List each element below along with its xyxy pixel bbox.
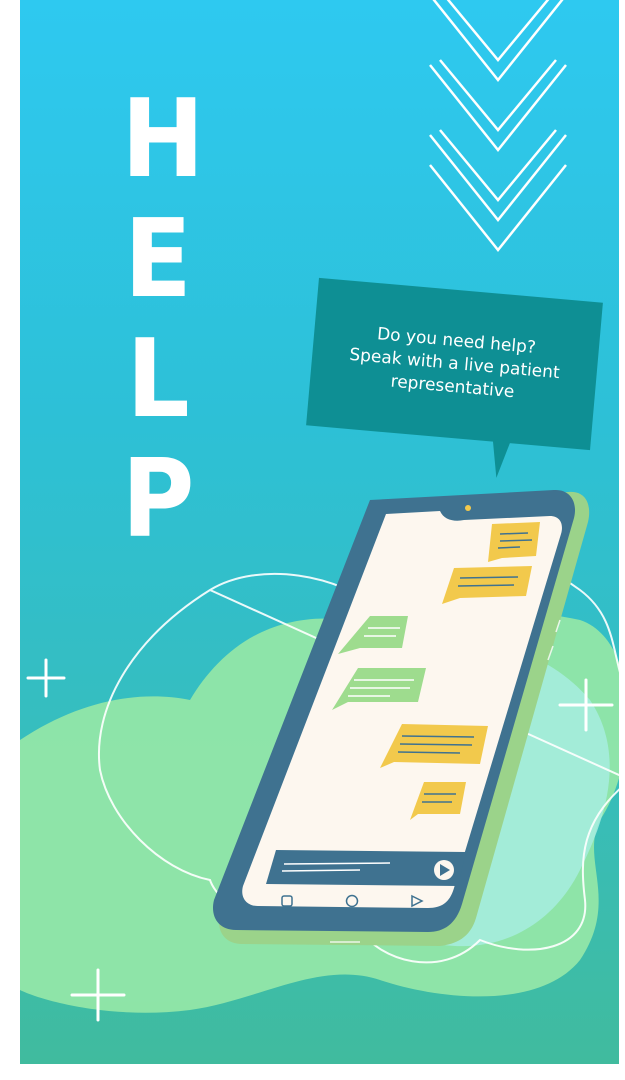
plus-sparkle-icon [26, 658, 614, 1022]
poster-canvas: H E L P Do you need help? Speak with a l… [20, 0, 619, 1064]
